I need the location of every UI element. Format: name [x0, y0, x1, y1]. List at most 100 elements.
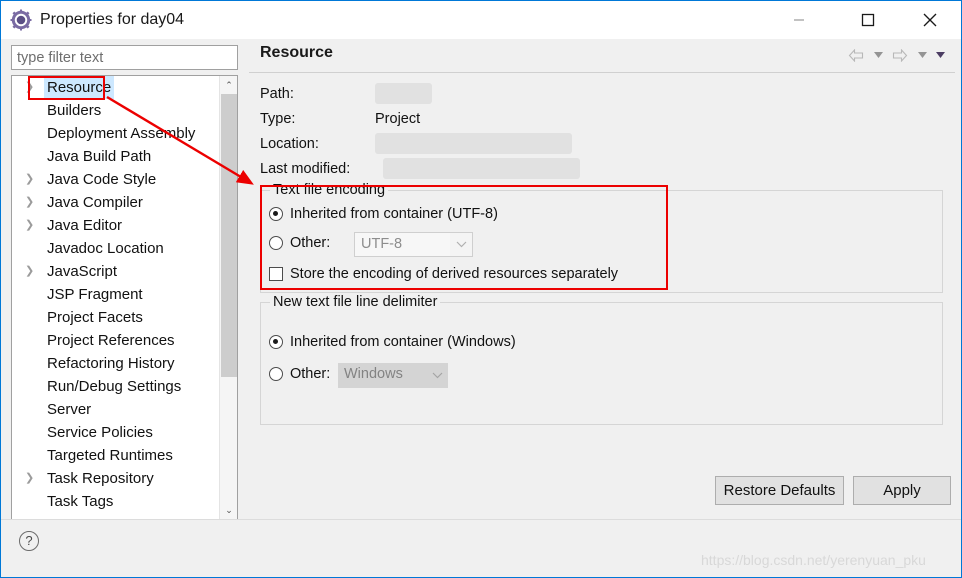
delimiter-inherited-radio[interactable]: [269, 335, 283, 349]
sidebar-item-label: JSP Fragment: [47, 286, 143, 303]
chevron-down-icon[interactable]: [450, 233, 472, 256]
scroll-up-arrow-icon[interactable]: ⌃: [220, 76, 237, 94]
sidebar-item-javascript[interactable]: ❯ JavaScript: [12, 260, 219, 283]
sidebar-item-label: JavaScript: [47, 263, 118, 280]
page-title: Resource: [260, 44, 333, 61]
field-label-path: Path:: [260, 86, 294, 102]
sidebar-item-label: Run/Debug Settings: [47, 378, 182, 395]
sidebar-item-label: Refactoring History: [47, 355, 175, 372]
apply-button[interactable]: Apply: [853, 476, 951, 505]
encoding-inherited-radio[interactable]: [269, 207, 283, 221]
maximize-button[interactable]: [845, 1, 891, 38]
delimiter-other-label: Other:: [290, 366, 331, 382]
sidebar-item-java-code-style[interactable]: ❯ Java Code Style: [12, 168, 219, 191]
preference-tree-list: ❯ Resource Builders Deployment Assembly Java…: [12, 76, 219, 513]
scroll-down-arrow-icon[interactable]: ⌄: [220, 501, 237, 519]
sidebar-item-project-facets[interactable]: Project Facets: [12, 306, 219, 329]
sidebar-item-run-debug-settings[interactable]: Run/Debug Settings: [12, 375, 219, 398]
line-delimiter-group-title: New text file line delimiter: [270, 294, 441, 310]
chevron-down-icon[interactable]: [426, 363, 448, 388]
field-label-type: Type:: [260, 111, 296, 127]
sidebar-item-java-editor[interactable]: ❯ Java Editor: [12, 214, 219, 237]
preference-tree[interactable]: ❯ Resource Builders Deployment Assembly Java…: [11, 75, 238, 520]
sidebar-item-label: Javadoc Location: [47, 240, 164, 257]
text-file-encoding-group: Text file encoding Inherited from contai…: [260, 182, 943, 293]
sidebar-item-task-tags[interactable]: Task Tags: [12, 490, 219, 513]
encoding-other-label: Other:: [290, 235, 331, 251]
sidebar-item-label: Project References: [47, 332, 175, 349]
store-derived-label: Store the encoding of derived resources …: [290, 266, 619, 282]
sidebar-item-label: Task Repository: [47, 470, 154, 487]
close-button[interactable]: [907, 1, 953, 38]
arrow-right-icon[interactable]: [889, 45, 911, 65]
delimiter-other-radio-row[interactable]: Other:: [269, 366, 330, 382]
sidebar-item-task-repository[interactable]: ❯ Task Repository: [12, 467, 219, 490]
line-delimiter-group: New text file line delimiter Inherited f…: [260, 294, 943, 425]
forward-history-caret-down-icon[interactable]: [915, 45, 929, 65]
encoding-inherited-radio-row[interactable]: Inherited from container (UTF-8): [269, 206, 498, 222]
sidebar-item-label: Task Tags: [47, 493, 114, 510]
text-file-encoding-group-title: Text file encoding: [270, 182, 389, 198]
field-value-type: Project: [375, 111, 421, 127]
page-nav-tools: [845, 45, 947, 65]
sidebar-item-java-build-path[interactable]: Java Build Path: [12, 145, 219, 168]
sidebar-item-java-compiler[interactable]: ❯ Java Compiler: [12, 191, 219, 214]
arrow-left-icon[interactable]: [845, 45, 867, 65]
encoding-other-radio[interactable]: [269, 236, 283, 250]
back-history-caret-down-icon[interactable]: [871, 45, 885, 65]
chevron-right-icon[interactable]: ❯: [25, 467, 35, 490]
dialog-footer: ? OK Cancel: [1, 519, 961, 577]
delimiter-select-value: Windows: [344, 366, 403, 382]
field-value-location-redacted: [375, 133, 572, 154]
sidebar-item-label: Resource: [44, 76, 115, 99]
sidebar-item-label: Service Policies: [47, 424, 153, 441]
filter-input-wrapper[interactable]: [11, 45, 238, 70]
view-menu-caret-down-icon[interactable]: [933, 45, 947, 65]
minimize-button[interactable]: [776, 1, 822, 38]
sidebar-item-project-references[interactable]: Project References: [12, 329, 219, 352]
sidebar-item-label: Project Facets: [47, 309, 143, 326]
encoding-select-value: UTF-8: [355, 233, 450, 256]
sidebar-item-deployment-assembly[interactable]: Deployment Assembly: [12, 122, 219, 145]
window-title: Properties for day04: [40, 11, 185, 28]
field-value-path-redacted: [375, 83, 432, 104]
properties-dialog: Properties for day04 ❯ Resource Builders De…: [0, 0, 962, 578]
question-mark-icon[interactable]: ?: [19, 531, 39, 551]
cog-icon: [10, 9, 32, 31]
store-derived-checkbox[interactable]: [269, 267, 283, 281]
tree-scrollbar[interactable]: ⌃ ⌄: [219, 76, 237, 519]
search-input[interactable]: [12, 46, 237, 69]
sidebar-item-service-policies[interactable]: Service Policies: [12, 421, 219, 444]
restore-defaults-button[interactable]: Restore Defaults: [715, 476, 844, 505]
delimiter-select[interactable]: Windows: [338, 363, 448, 388]
sidebar-item-resource[interactable]: ❯ Resource: [12, 76, 219, 99]
scrollbar-thumb[interactable]: [221, 94, 237, 377]
sidebar-item-label: Server: [47, 401, 92, 418]
chevron-right-icon[interactable]: ❯: [25, 191, 35, 214]
sidebar-item-label: Java Compiler: [47, 194, 143, 211]
encoding-select[interactable]: UTF-8: [354, 232, 473, 257]
sidebar-item-jsp-fragment[interactable]: JSP Fragment: [12, 283, 219, 306]
store-derived-checkbox-row[interactable]: Store the encoding of derived resources …: [269, 266, 618, 282]
encoding-inherited-label: Inherited from container (UTF-8): [290, 206, 498, 222]
chevron-right-icon[interactable]: ❯: [25, 168, 35, 191]
sidebar-item-label: Java Build Path: [47, 148, 152, 165]
chevron-right-icon[interactable]: ❯: [25, 76, 35, 99]
sidebar-item-server[interactable]: Server: [12, 398, 219, 421]
title-bar: Properties for day04: [1, 1, 961, 39]
resource-page: Resource Path: Type: Project Location: L…: [249, 41, 955, 520]
delimiter-inherited-radio-row[interactable]: Inherited from container (Windows): [269, 334, 516, 350]
chevron-right-icon[interactable]: ❯: [25, 260, 35, 283]
chevron-right-icon[interactable]: ❯: [25, 214, 35, 237]
sidebar-item-builders[interactable]: Builders: [12, 99, 219, 122]
page-header: Resource: [249, 41, 955, 73]
sidebar-item-refactoring-history[interactable]: Refactoring History: [12, 352, 219, 375]
sidebar-item-label: Java Editor: [47, 217, 123, 234]
sidebar-item-targeted-runtimes[interactable]: Targeted Runtimes: [12, 444, 219, 467]
field-value-last-modified-redacted: [383, 158, 580, 179]
sidebar-item-javadoc-location[interactable]: Javadoc Location: [12, 237, 219, 260]
encoding-other-radio-row[interactable]: Other:: [269, 235, 330, 251]
sidebar-item-label: Targeted Runtimes: [47, 447, 173, 464]
delimiter-inherited-label: Inherited from container (Windows): [290, 334, 516, 350]
delimiter-other-radio[interactable]: [269, 367, 283, 381]
